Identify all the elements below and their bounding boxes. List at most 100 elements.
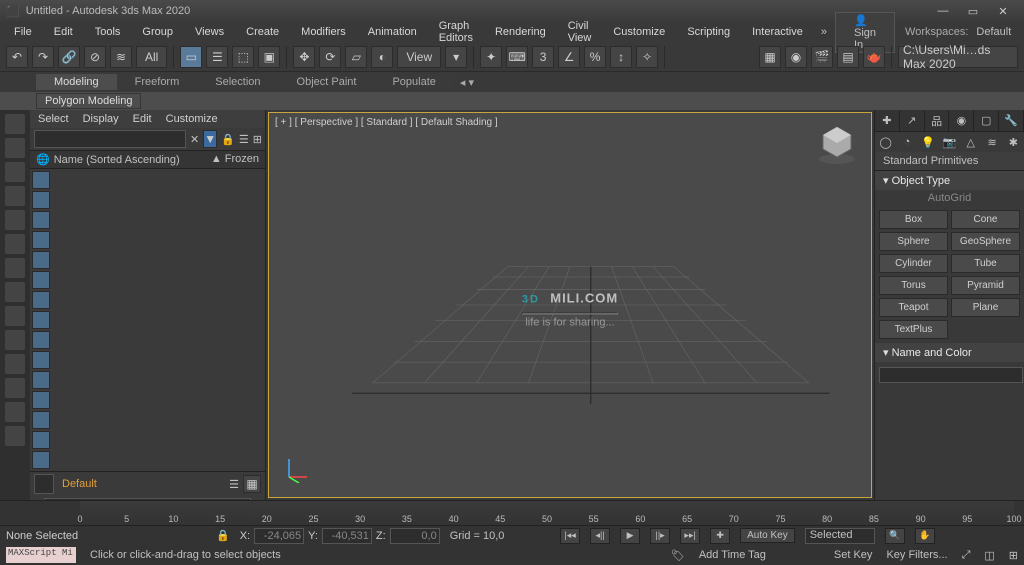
nav-tool-icon[interactable]: 🔍 bbox=[885, 528, 905, 544]
set-key-button[interactable]: Set Key bbox=[834, 549, 873, 561]
col-frozen-header[interactable]: ▲ Frozen bbox=[205, 153, 259, 166]
play-button[interactable]: ▶ bbox=[620, 528, 640, 544]
scene-menu-display[interactable]: Display bbox=[83, 113, 119, 125]
filter-icon[interactable] bbox=[32, 451, 50, 469]
menu-rendering[interactable]: Rendering bbox=[485, 24, 556, 40]
filter-icon[interactable] bbox=[32, 431, 50, 449]
keyboard-shortcut-button[interactable]: ⌨ bbox=[506, 46, 528, 68]
rollout-object-type[interactable]: Object Type bbox=[875, 171, 1024, 190]
y-coord-input[interactable] bbox=[322, 528, 372, 544]
menu-graph-editors[interactable]: Graph Editors bbox=[429, 18, 483, 46]
modify-tab[interactable]: ↗ bbox=[900, 110, 925, 131]
strip-icon[interactable] bbox=[5, 378, 25, 398]
strip-icon[interactable] bbox=[5, 162, 25, 182]
menu-scripting[interactable]: Scripting bbox=[677, 24, 740, 40]
maximize-button[interactable]: ▭ bbox=[958, 1, 988, 21]
spacewarps-category-icon[interactable]: ≋ bbox=[981, 132, 1002, 152]
unlink-button[interactable]: ⊘ bbox=[84, 46, 106, 68]
scene-menu-edit[interactable]: Edit bbox=[133, 113, 152, 125]
menu-create[interactable]: Create bbox=[236, 24, 289, 40]
pivot-center-button[interactable]: ▾ bbox=[445, 46, 467, 68]
menu-animation[interactable]: Animation bbox=[358, 24, 427, 40]
helpers-category-icon[interactable]: △ bbox=[960, 132, 981, 152]
menu-group[interactable]: Group bbox=[132, 24, 183, 40]
menu-overflow-icon[interactable]: » bbox=[821, 26, 827, 38]
strip-icon[interactable] bbox=[5, 234, 25, 254]
filter-icon[interactable] bbox=[32, 351, 50, 369]
box-button[interactable]: Box bbox=[879, 210, 948, 229]
geometry-category-icon[interactable]: ◯ bbox=[875, 132, 896, 152]
workspaces-dropdown[interactable]: Default bbox=[976, 26, 1021, 38]
strip-icon[interactable] bbox=[5, 282, 25, 302]
object-name-input[interactable] bbox=[879, 367, 1023, 383]
filter-icon[interactable] bbox=[32, 371, 50, 389]
strip-icon[interactable] bbox=[5, 426, 25, 446]
strip-icon[interactable] bbox=[5, 354, 25, 374]
filter-icon[interactable] bbox=[32, 391, 50, 409]
nav-tool-icon[interactable]: ✋ bbox=[915, 528, 935, 544]
nav-tool-icon[interactable]: ⤢ bbox=[962, 549, 971, 562]
menu-edit[interactable]: Edit bbox=[44, 24, 83, 40]
filter-icon[interactable] bbox=[32, 311, 50, 329]
hierarchy-tab[interactable]: 品 bbox=[925, 110, 950, 131]
menu-views[interactable]: Views bbox=[185, 24, 234, 40]
textplus-button[interactable]: TextPlus bbox=[879, 320, 948, 339]
view-options-icon[interactable]: ☰ bbox=[239, 133, 249, 146]
schematic-view-button[interactable]: ▦ bbox=[759, 46, 781, 68]
filter-icon[interactable] bbox=[32, 231, 50, 249]
prev-frame-button[interactable]: ◂|| bbox=[590, 528, 610, 544]
clear-filter-icon[interactable]: ✕ bbox=[190, 133, 199, 146]
utilities-tab[interactable]: 🔧 bbox=[999, 110, 1024, 131]
scene-menu-select[interactable]: Select bbox=[38, 113, 69, 125]
strip-icon[interactable] bbox=[5, 330, 25, 350]
time-tag-icon[interactable]: 🏷 bbox=[671, 549, 685, 562]
key-filters-button[interactable]: Key Filters... bbox=[886, 549, 947, 561]
scene-menu-customize[interactable]: Customize bbox=[166, 113, 218, 125]
placement-button[interactable]: ◐ bbox=[371, 46, 393, 68]
x-coord-input[interactable] bbox=[254, 528, 304, 544]
cameras-category-icon[interactable]: 📷 bbox=[939, 132, 960, 152]
col-name-header[interactable]: Name (Sorted Ascending) bbox=[54, 154, 180, 166]
scale-button[interactable]: ▱ bbox=[345, 46, 367, 68]
bind-spacewarp-button[interactable]: ≋ bbox=[110, 46, 132, 68]
timeline[interactable]: 0510152025303540455055606570758085909510… bbox=[0, 500, 1024, 525]
rotate-button[interactable]: ⟳ bbox=[319, 46, 341, 68]
scene-filter-input[interactable] bbox=[34, 130, 186, 148]
menu-modifiers[interactable]: Modifiers bbox=[291, 24, 356, 40]
active-layer-name[interactable]: Default bbox=[58, 478, 225, 490]
move-button[interactable]: ✥ bbox=[293, 46, 315, 68]
pyramid-button[interactable]: Pyramid bbox=[951, 276, 1020, 295]
layer-list-icon[interactable]: ☰ bbox=[229, 478, 239, 491]
viewport-perspective[interactable]: [ + ] [ Perspective ] [ Standard ] [ Def… bbox=[268, 112, 872, 498]
filter-icon[interactable] bbox=[32, 271, 50, 289]
menu-customize[interactable]: Customize bbox=[603, 24, 675, 40]
layer-options-icon[interactable]: ▦ bbox=[243, 475, 261, 493]
scene-tree[interactable] bbox=[52, 169, 265, 471]
autogrid-checkbox[interactable]: AutoGrid bbox=[875, 190, 1024, 206]
timeline-ruler[interactable]: 0510152025303540455055606570758085909510… bbox=[80, 501, 1014, 525]
link-button[interactable]: 🔗 bbox=[58, 46, 80, 68]
close-button[interactable]: ✕ bbox=[988, 1, 1018, 21]
filter-selection-icon[interactable]: ▼ bbox=[203, 130, 217, 148]
key-filter-dropdown[interactable]: Selected bbox=[805, 528, 875, 544]
undo-button[interactable]: ↶ bbox=[6, 46, 28, 68]
filter-icon[interactable] bbox=[32, 331, 50, 349]
next-frame-button[interactable]: ||▸ bbox=[650, 528, 670, 544]
percent-snap-button[interactable]: % bbox=[584, 46, 606, 68]
redo-button[interactable]: ↷ bbox=[32, 46, 54, 68]
ribbon-tab-modeling[interactable]: Modeling bbox=[36, 74, 117, 90]
cone-button[interactable]: Cone bbox=[951, 210, 1020, 229]
tube-button[interactable]: Tube bbox=[951, 254, 1020, 273]
category-dropdown[interactable]: Standard Primitives bbox=[875, 152, 1024, 171]
strip-icon[interactable] bbox=[5, 186, 25, 206]
snap-toggle-button[interactable]: 3 bbox=[532, 46, 554, 68]
render-button[interactable]: 🫖 bbox=[863, 46, 885, 68]
minimize-button[interactable]: — bbox=[928, 1, 958, 21]
add-time-tag-button[interactable]: Add Time Tag bbox=[699, 549, 766, 561]
shapes-category-icon[interactable]: ◔ bbox=[896, 132, 917, 152]
ref-coord-dropdown[interactable]: View bbox=[397, 46, 441, 68]
systems-category-icon[interactable]: ✱ bbox=[1003, 132, 1024, 152]
window-crossing-button[interactable]: ▣ bbox=[258, 46, 280, 68]
goto-start-button[interactable]: |◂◂ bbox=[560, 528, 580, 544]
goto-end-button[interactable]: ▸▸| bbox=[680, 528, 700, 544]
